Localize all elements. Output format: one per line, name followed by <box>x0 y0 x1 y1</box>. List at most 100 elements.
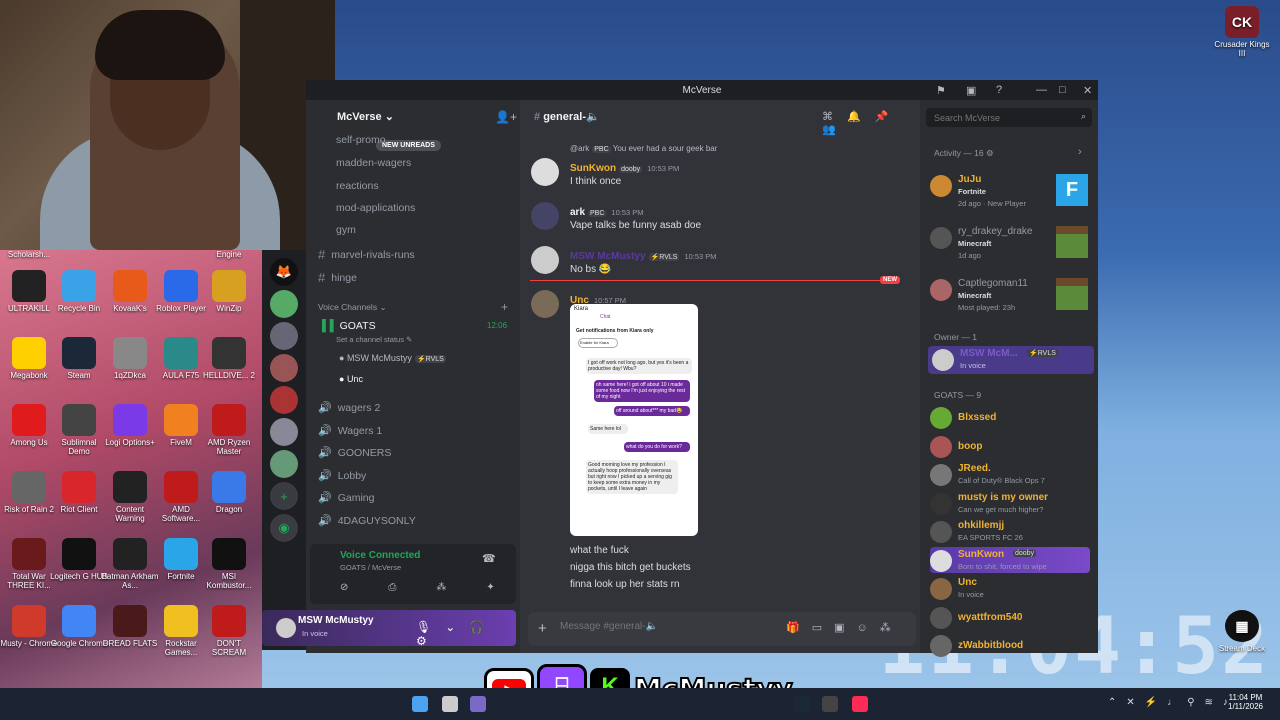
channel-self-promo[interactable]: self-promo <box>336 134 386 146</box>
channel-mod-applications[interactable]: mod-applications <box>336 202 415 214</box>
desktop-icon[interactable]: KovaaK's <box>101 270 159 313</box>
voice-connected-sub[interactable]: GOATS / McVerse <box>340 563 401 572</box>
avatar[interactable] <box>531 158 559 186</box>
attach-icon[interactable]: + <box>538 620 547 637</box>
app-icon <box>212 337 246 369</box>
message-input[interactable] <box>560 621 780 632</box>
header-icons[interactable]: ⌘🔔📌👥 <box>822 110 920 136</box>
help-icon[interactable]: ? <box>996 84 1002 96</box>
crusader-kings-icon[interactable]: CK Crusader Kings III <box>1213 6 1271 58</box>
desktop-icon[interactable]: Logi Options+ <box>101 404 159 447</box>
desktop-icon[interactable]: Logitech G HUB <box>50 538 108 581</box>
voice-channel[interactable]: 🔊 4DAGUYSONLY <box>318 514 416 528</box>
avatar[interactable] <box>276 618 296 638</box>
desktop-icon[interactable]: Riot Client <box>50 471 108 514</box>
inbox-icon[interactable]: ▣ <box>966 84 976 97</box>
discover-icon[interactable]: ◉ <box>270 514 298 542</box>
activity-card[interactable]: Captlegoman11 Minecraft Most played: 23h <box>930 276 1090 316</box>
desktop-icon[interactable]: Sublimnal Demo <box>50 404 108 456</box>
search-input[interactable] <box>926 110 1066 126</box>
member-row[interactable]: Unc In voice <box>930 575 1090 601</box>
image-attachment[interactable]: Kiara Chat Get notifications from Kiara … <box>570 304 698 536</box>
channel-madden-wagers[interactable]: madden-wagers <box>336 157 411 169</box>
taskbar-app-icon[interactable] <box>470 696 486 712</box>
desktop-icon[interactable]: Dragon <box>200 471 258 514</box>
add-server-icon[interactable]: + <box>270 482 298 510</box>
add-channel-icon[interactable]: + <box>501 300 508 314</box>
invite-icon[interactable]: 👤+ <box>495 110 517 124</box>
member-row[interactable]: Blxssed <box>930 404 1090 430</box>
flag-icon[interactable]: ⚑ <box>936 84 946 97</box>
tray-icons[interactable]: ⌃✕⚡♩⚲≋♪ <box>1108 697 1238 708</box>
member-row[interactable]: musty is my owner Can we get much higher? <box>930 490 1090 516</box>
member-row[interactable]: ohkillemjj EA SPORTS FC 26 <box>930 518 1090 544</box>
user-controls[interactable]: 🎙⌄🎧⚙ <box>416 620 516 648</box>
server-icon[interactable] <box>270 418 298 446</box>
voice-channel-goats[interactable]: ▐▐ GOATS <box>318 320 376 332</box>
server-icon[interactable] <box>270 386 298 414</box>
desktop-icon[interactable]: Batman Arkham As... <box>101 538 159 590</box>
voice-member[interactable]: ● MSW McMustyy ⚡RVLS <box>339 353 446 363</box>
member-row[interactable]: wyattfrom540 <box>930 604 1090 630</box>
server-icon[interactable]: 🦊 <box>270 258 298 286</box>
voice-channel[interactable]: 🔊 GOONERS <box>318 446 391 460</box>
desktop-icon[interactable]: Google Chrome <box>50 605 108 648</box>
maximize-icon[interactable]: □ <box>1059 84 1066 96</box>
desktop-icon[interactable]: Recycle Bin <box>50 270 108 313</box>
desktop-icon[interactable]: HELLDIVE... 2 <box>200 337 258 380</box>
voice-channel[interactable]: 🔊 Wagers 1 <box>318 424 382 438</box>
member-row[interactable]: boop <box>930 433 1090 459</box>
member-row[interactable]: MSW McM... ⚡RVLS In voice <box>928 346 1094 374</box>
stream-deck-icon[interactable]: ▦ Stream Deck <box>1213 610 1271 653</box>
start-icon[interactable] <box>412 696 428 712</box>
disconnect-icon[interactable]: ☎ <box>482 552 496 565</box>
avatar[interactable] <box>531 246 559 274</box>
desktop-icon[interactable]: Content Warning <box>101 471 159 523</box>
server-icon[interactable] <box>270 290 298 318</box>
desktop-icon[interactable]: DON'T SCREAM <box>200 605 258 657</box>
steam-taskbar-icon[interactable] <box>794 696 810 712</box>
avatar[interactable] <box>531 202 559 230</box>
desktop-icon[interactable]: 1qZDkca <box>101 337 159 380</box>
member-status: EA SPORTS FC 26 <box>958 533 1023 542</box>
channel-reactions[interactable]: reactions <box>336 180 379 192</box>
server-name[interactable]: McVerse ⌄ <box>337 110 394 123</box>
server-icon[interactable] <box>270 354 298 382</box>
member-row[interactable]: SunKwon dooby Born to shit, forced to wipe <box>930 546 1090 573</box>
taskbar-app-icon[interactable] <box>442 696 458 712</box>
chevron-right-icon[interactable]: › <box>1078 146 1082 158</box>
desktop-icon[interactable]: AMD Ryzen Master <box>200 404 258 456</box>
desktop-icon[interactable]: Steam <box>50 337 108 380</box>
channel-marvel-rivals-runs[interactable]: # marvel-rivals-runs <box>318 247 415 262</box>
channel-hinge[interactable]: # hinge <box>318 270 357 285</box>
taskbar-app-icon[interactable] <box>822 696 838 712</box>
voice-channels-header[interactable]: Voice Channels ⌄ <box>318 302 387 313</box>
activity-header[interactable]: Activity — 16 ⚙ <box>934 148 994 159</box>
close-icon[interactable]: ✕ <box>1083 84 1092 97</box>
channel-status[interactable]: Set a channel status ✎ <box>336 335 412 344</box>
voice-channel[interactable]: 🔊 Gaming <box>318 491 374 505</box>
voice-channel[interactable]: 🔊 Lobby <box>318 469 366 483</box>
voice-channel[interactable]: 🔊 wagers 2 <box>318 401 380 415</box>
activity-card[interactable]: JuJu Fortnite 2d ago · New Player F <box>930 172 1090 212</box>
desktop-icon[interactable]: WinZip <box>200 270 258 313</box>
member-row[interactable]: zWabbitblood <box>930 632 1090 658</box>
channel-gym[interactable]: gym <box>336 224 356 236</box>
member-row[interactable]: JReed. Call of Duty® Black Ops 7 <box>930 461 1090 487</box>
taskbar: ⌃✕⚡♩⚲≋♪ 11:04 PM 1/11/2026 <box>0 688 1280 720</box>
server-icon[interactable] <box>270 322 298 350</box>
search-box[interactable]: ⌕ <box>926 108 1092 127</box>
minimize-icon[interactable]: — <box>1036 84 1047 96</box>
reply-preview[interactable]: @ark PBC You ever had a sour geek bar <box>570 144 717 153</box>
voice-controls[interactable]: ⊘⎙⁂✦ <box>340 582 535 593</box>
server-icon[interactable] <box>270 450 298 478</box>
taskbar-clock[interactable]: 11:04 PM 1/11/2026 <box>1228 693 1263 711</box>
activity-card[interactable]: ry_drakey_drake Minecraft 1d ago <box>930 224 1090 264</box>
avatar[interactable] <box>531 290 559 318</box>
composer-icons[interactable]: 🎁▭▣☺⁂ <box>786 621 903 634</box>
channel-header: # general-🔈 <box>534 111 600 123</box>
desktop-icon[interactable]: MSI Kombustor... <box>200 538 258 590</box>
tiktok-icon[interactable] <box>852 696 868 712</box>
voice-member[interactable]: ● Unc <box>339 374 363 384</box>
desktop-icon[interactable]: DREAD FLATS <box>101 605 159 648</box>
